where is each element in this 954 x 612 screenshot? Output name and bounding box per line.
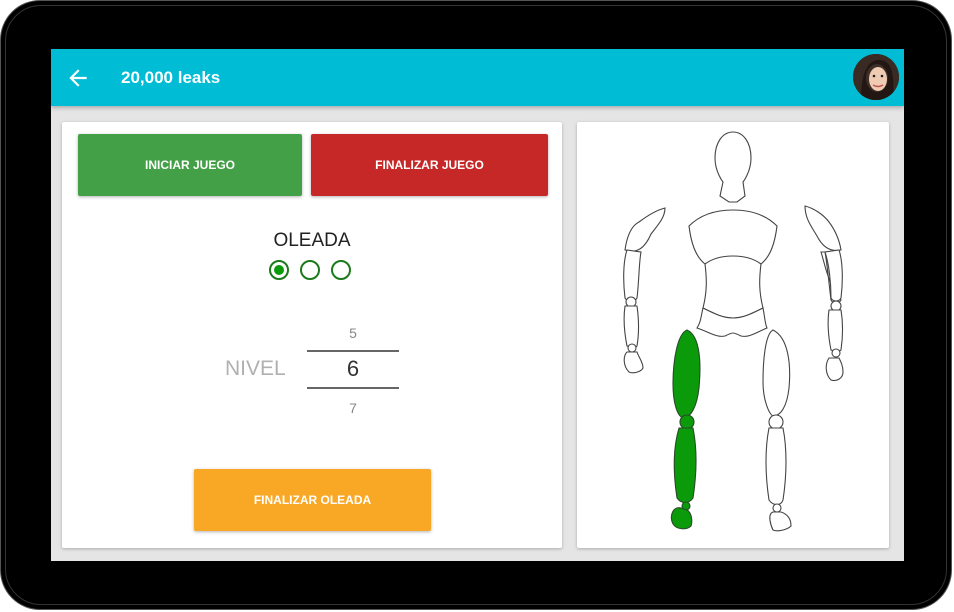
body-right-knee[interactable] xyxy=(679,414,695,430)
body-right-thigh[interactable] xyxy=(672,329,701,419)
wave-radio-1[interactable] xyxy=(269,260,289,280)
body-abdomen[interactable] xyxy=(702,255,764,319)
start-game-button[interactable]: INICIAR JUEGO xyxy=(78,134,302,196)
body-left-foot[interactable] xyxy=(769,511,792,532)
level-current-value[interactable]: 6 xyxy=(307,356,399,382)
body-left-shoulder[interactable] xyxy=(624,207,666,252)
end-game-button[interactable]: FINALIZAR JUEGO xyxy=(311,134,548,196)
avatar[interactable] xyxy=(853,54,899,100)
level-next-value[interactable]: 7 xyxy=(307,400,399,416)
wave-selector xyxy=(267,260,357,282)
body-right-shoulder[interactable] xyxy=(804,205,842,252)
body-left-forearm[interactable] xyxy=(623,305,640,349)
body-right-hand[interactable] xyxy=(825,357,844,382)
body-left-shin[interactable] xyxy=(765,427,787,506)
finish-wave-button[interactable]: FINALIZAR OLEADA xyxy=(194,469,431,531)
app-screen: 20,000 leaks INICIAR JUEGO FINALIZAR JUE… xyxy=(51,49,904,561)
game-controls-card: INICIAR JUEGO FINALIZAR JUEGO OLEADA NIV… xyxy=(62,122,562,548)
body-left-hand[interactable] xyxy=(623,351,644,374)
body-left-ankle[interactable] xyxy=(772,503,782,513)
picker-divider-top xyxy=(307,350,399,352)
body-left-wrist[interactable] xyxy=(627,343,637,353)
body-right-foot[interactable] xyxy=(670,507,693,530)
body-left-knee[interactable] xyxy=(768,414,784,430)
body-right-shin[interactable] xyxy=(673,427,697,504)
level-label: NIVEL xyxy=(225,357,286,380)
wave-label: OLEADA xyxy=(273,230,351,251)
body-map-diagram xyxy=(623,131,844,532)
wave-radio-3[interactable] xyxy=(331,260,351,280)
body-right-leg-highlight xyxy=(670,329,701,530)
arrow-left-icon[interactable] xyxy=(65,65,91,91)
body-head[interactable] xyxy=(714,131,752,203)
page-title: 20,000 leaks xyxy=(121,68,221,87)
level-prev-value[interactable]: 5 xyxy=(307,325,399,341)
app-bar: 20,000 leaks xyxy=(51,49,904,106)
body-left-thigh[interactable] xyxy=(762,329,791,417)
picker-divider-bottom xyxy=(307,387,399,389)
level-picker[interactable]: 5 6 7 xyxy=(307,320,399,420)
body-map-card xyxy=(577,122,889,548)
body-left-upper-arm[interactable] xyxy=(623,249,642,302)
body-right-wrist[interactable] xyxy=(831,348,841,358)
wave-radio-2[interactable] xyxy=(300,260,320,280)
body-right-forearm[interactable] xyxy=(827,309,844,353)
